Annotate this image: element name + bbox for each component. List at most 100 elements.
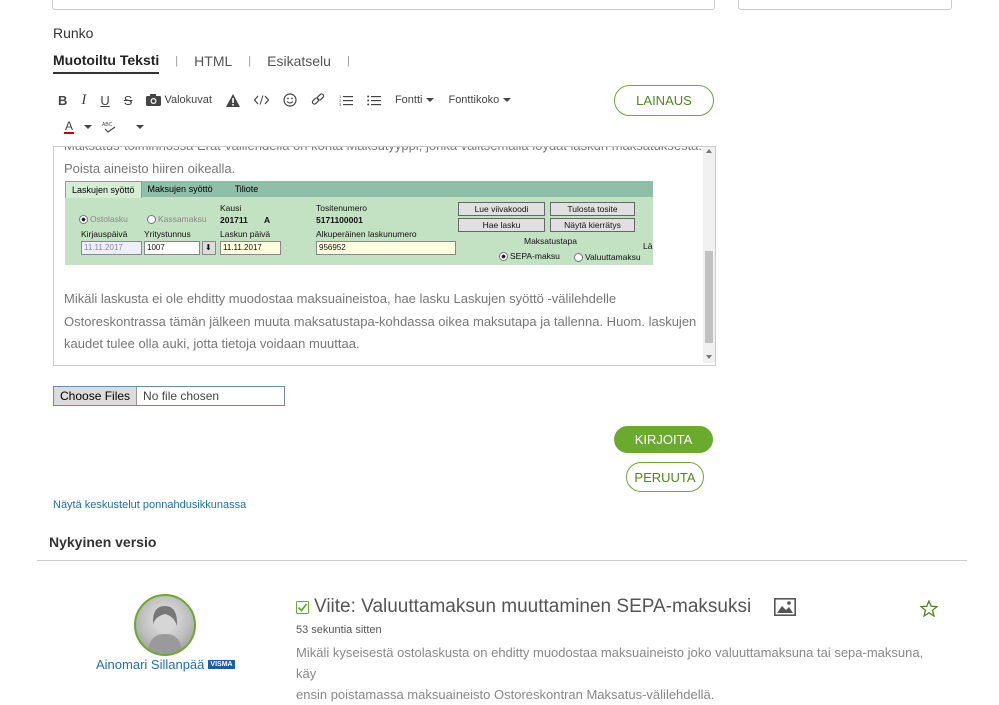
tab-preview[interactable]: Esikatselu — [267, 53, 331, 73]
avatar[interactable] — [134, 594, 196, 656]
radio-icon — [147, 215, 156, 225]
author[interactable]: Ainomari Sillanpää VISMA — [96, 657, 235, 672]
chevron-down-icon — [503, 98, 512, 102]
popup-link[interactable]: Näytä keskustelut ponnahdusikkunassa — [53, 499, 246, 511]
bullet-list-icon — [367, 95, 381, 106]
tab-separator: | — [248, 55, 252, 67]
code-icon — [253, 95, 269, 105]
tab-separator: | — [175, 55, 179, 67]
embedded-label: Maksatustapa — [524, 236, 577, 246]
embedded-tab: Laskujen syöttö — [65, 181, 142, 198]
ordered-list-button[interactable]: 123 — [339, 88, 353, 112]
post-title[interactable]: Viite: Valuuttamaksun muuttaminen SEPA-m… — [296, 596, 751, 618]
embedded-label: SEPA-maksu — [510, 251, 560, 261]
tab-html[interactable]: HTML — [194, 53, 232, 73]
editor-line: Poista aineisto hiiren oikealla. — [64, 161, 236, 176]
embedded-button: Tulosta tosite — [550, 202, 635, 216]
embedded-button: Lue viivakoodi — [458, 202, 545, 216]
embedded-label: Valuuttamaksu — [585, 252, 641, 262]
embedded-screenshot: Laskujen syöttö Maksujen syöttö Tiliote … — [65, 181, 653, 265]
code-button[interactable] — [253, 88, 269, 112]
cancel-button[interactable]: PERUUTA — [626, 462, 704, 492]
embedded-tabs: Laskujen syöttö Maksujen syöttö Tiliote — [65, 181, 653, 198]
embedded-field: 956952 — [316, 241, 456, 255]
embedded-label: Alkuperäinen laskunumero — [316, 229, 417, 239]
tab-separator: | — [346, 55, 350, 67]
favorite-button[interactable] — [919, 599, 939, 622]
embedded-tab: Maksujen syöttö — [147, 184, 213, 194]
emoji-button[interactable] — [283, 88, 297, 112]
embedded-button: Näytä kierrätys — [550, 218, 635, 232]
embedded-label: Ostolasku — [90, 214, 128, 224]
embedded-radio-ostolasku: Ostolasku — [79, 214, 128, 225]
quote-button[interactable]: LAINAUS — [614, 85, 714, 116]
photos-button[interactable]: Valokuvat — [146, 88, 212, 112]
post-timestamp: 53 sekuntia sitten — [296, 624, 382, 636]
embedded-radio-sepa: SEPA-maksu — [499, 251, 560, 262]
scroll-thumb[interactable] — [705, 251, 713, 343]
font-size-dropdown[interactable]: Fonttikoko — [448, 88, 512, 112]
embedded-label: Tositenumero — [316, 203, 368, 213]
radio-icon — [574, 253, 583, 263]
scroll-up-icon[interactable] — [706, 149, 712, 153]
choose-files-button[interactable]: Choose Files — [54, 387, 138, 405]
post-body-line: ensin poistamassa maksuaineisto Ostoresk… — [296, 687, 715, 702]
editor-line: Ostoreskontrassa tämän jälkeen muuta mak… — [64, 314, 697, 329]
italic-button[interactable]: I — [81, 88, 86, 112]
previous-input-field[interactable] — [52, 0, 715, 10]
embedded-radio-kassamaksu: Kassamaksu — [147, 214, 207, 225]
embedded-field: 1007 — [144, 241, 200, 255]
chevron-down-icon — [84, 125, 93, 129]
file-upload-input[interactable]: Choose Files No file chosen — [53, 386, 285, 406]
underline-button[interactable]: U — [100, 88, 109, 112]
file-status: No file chosen — [143, 389, 220, 403]
embedded-label: Yritystunnus — [144, 229, 191, 239]
alert-button[interactable] — [225, 88, 240, 112]
font-size-dropdown-label: Fonttikoko — [448, 94, 500, 106]
ordered-list-icon: 123 — [339, 94, 353, 106]
rich-text-editor[interactable]: Maksatus-toiminnossa Erät-välilehdellä o… — [53, 146, 716, 366]
editor-line: Mikäli laskusta ei ole ehditty muodostaa… — [64, 291, 617, 306]
embedded-label: Kausi — [220, 203, 242, 213]
embedded-dropdown-arrow: ⬇ — [202, 241, 216, 255]
svg-text:ABC: ABC — [102, 122, 113, 128]
chevron-down-icon — [136, 125, 145, 129]
link-button[interactable] — [311, 88, 325, 112]
strikethrough-button[interactable]: S — [124, 88, 133, 112]
post-body: Mikäli kyseisestä ostolaskusta on ehditt… — [296, 642, 946, 705]
editor-tabs: Muotoiltu Teksti | HTML | Esikatselu | — [53, 52, 366, 74]
editor-line: Maksatus-toiminnossa Erät-välilehdellä o… — [64, 147, 702, 158]
embedded-label: Lä — [643, 241, 653, 251]
embedded-label: Kassamaksu — [158, 214, 207, 224]
image-button[interactable] — [774, 598, 796, 621]
post-title-text[interactable]: Viite: Valuuttamaksun muuttaminen SEPA-m… — [314, 596, 751, 618]
embedded-tab: Tiliote — [234, 184, 259, 194]
submit-button[interactable]: KIRJOITA — [614, 426, 713, 453]
text-color-icon: A — [64, 119, 75, 134]
photos-label: Valokuvat — [164, 94, 212, 106]
bullet-list-button[interactable] — [367, 88, 381, 112]
scroll-down-icon[interactable] — [706, 355, 712, 359]
sidebar-input-field[interactable] — [738, 0, 952, 10]
embedded-value: A — [264, 215, 271, 225]
editor-scrollbar[interactable] — [703, 147, 715, 363]
embedded-button: Hae lasku — [458, 218, 545, 232]
font-dropdown-label: Fontti — [394, 94, 423, 106]
embedded-field: 11.11.2017 — [220, 241, 281, 255]
bold-button[interactable]: B — [58, 88, 67, 112]
camera-icon — [146, 94, 162, 106]
image-icon — [774, 598, 796, 616]
tab-formatted-text[interactable]: Muotoiltu Teksti — [53, 52, 160, 74]
radio-icon — [79, 215, 88, 225]
chevron-down-icon — [426, 98, 435, 102]
star-icon — [919, 599, 939, 618]
font-dropdown[interactable]: Fontti — [395, 88, 435, 112]
link-icon — [311, 93, 325, 105]
spellcheck-icon: ABC — [102, 122, 116, 133]
spellcheck-button[interactable]: ABC — [102, 121, 145, 133]
radio-icon — [499, 252, 508, 262]
author-name[interactable]: Ainomari Sillanpää — [96, 657, 204, 672]
smiley-icon — [283, 93, 297, 107]
text-color-button[interactable]: A — [64, 119, 93, 134]
embedded-value: 5171100001 — [316, 215, 363, 225]
